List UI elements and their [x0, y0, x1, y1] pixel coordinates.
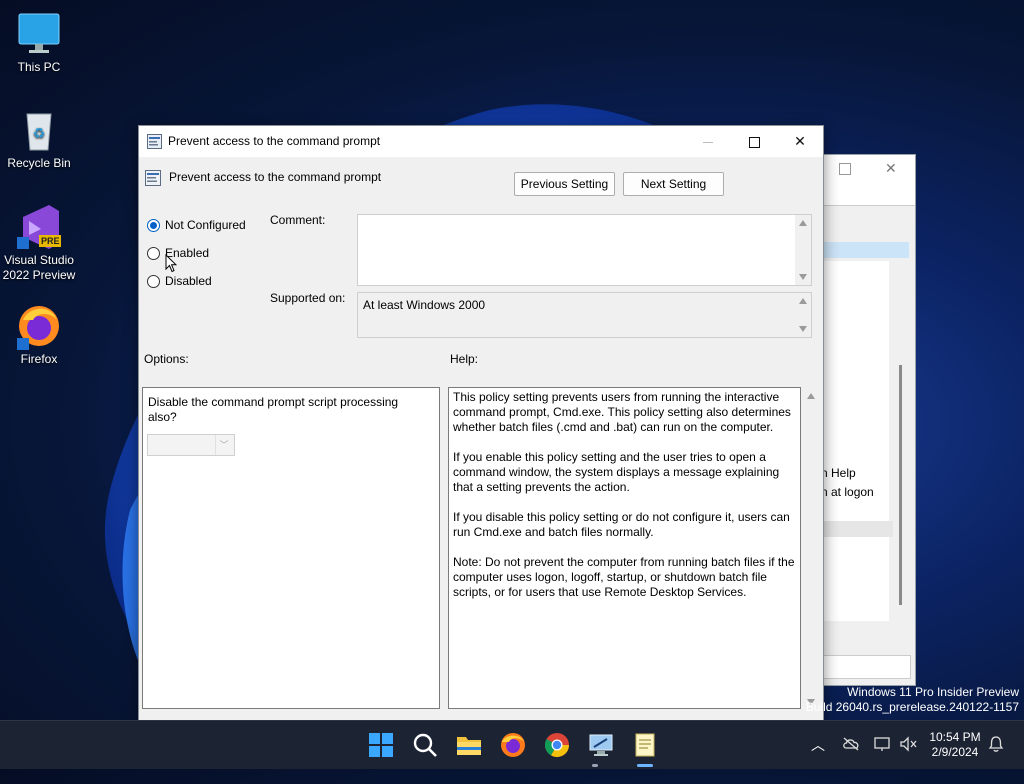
previous-setting-button[interactable]: Previous Setting [514, 172, 615, 196]
radio-button[interactable] [147, 218, 160, 232]
next-setting-button[interactable]: Next Setting [623, 172, 724, 196]
comment-label: Comment: [270, 213, 326, 227]
desktop-icon-recycle-bin[interactable]: ♻ Recycle Bin [1, 106, 77, 171]
pre-badge: PRE [41, 236, 60, 246]
recycle-bin-icon: ♻ [15, 106, 63, 154]
maximize-button[interactable] [731, 126, 777, 157]
running-indicator [592, 764, 598, 767]
desktop-icon-label: This PC [17, 60, 61, 74]
close-icon: ✕ [794, 133, 806, 149]
options-label: Options: [144, 352, 189, 366]
supported-on-box: At least Windows 2000 [357, 292, 812, 338]
radio-button[interactable] [147, 246, 160, 260]
close-button[interactable]: ✕ [777, 126, 823, 157]
supported-on-value: At least Windows 2000 [363, 298, 486, 312]
comment-scrollbar[interactable] [795, 215, 811, 285]
back-window-text: n at logon [821, 485, 874, 499]
radio-button[interactable] [147, 274, 160, 288]
minimize-icon [703, 141, 713, 143]
desktop-icon-label: 2022 Preview [2, 268, 76, 282]
policy-setting-icon [145, 170, 161, 189]
close-icon[interactable]: ✕ [885, 160, 897, 177]
clock-time: 10:54 PM [929, 730, 981, 744]
window-title: Prevent access to the command prompt [168, 134, 381, 148]
desktop-icon-label: Recycle Bin [7, 156, 71, 170]
supported-on-label: Supported on: [270, 291, 346, 305]
help-text: This policy setting prevents users from … [453, 390, 797, 615]
clock-date: 2/9/2024 [931, 745, 979, 759]
chevron-down-icon: ﹀ [215, 435, 232, 455]
volume-muted-icon[interactable] [900, 736, 918, 784]
title-bar[interactable]: Prevent access to the command prompt ✕ [139, 126, 823, 157]
active-indicator [637, 764, 653, 767]
monitor-icon [15, 10, 63, 58]
desktop-icon-label: Firefox [20, 352, 58, 366]
help-paragraph: This policy setting prevents users from … [453, 390, 791, 434]
radio-label: Not Configured [165, 218, 246, 232]
file-explorer-icon[interactable] [455, 731, 483, 759]
options-panel: Disable the command prompt script proces… [142, 387, 440, 709]
policy-icon [147, 134, 162, 152]
help-scrollbar[interactable] [803, 387, 819, 709]
desktop-icon-label: Visual Studio [4, 253, 74, 267]
supported-scrollbar[interactable] [795, 293, 811, 337]
mouse-cursor-icon [165, 253, 178, 276]
maximize-icon[interactable] [839, 163, 851, 175]
help-label: Help: [450, 352, 479, 366]
policy-dialog: Prevent access to the command prompt ✕ P… [138, 125, 824, 721]
desktop-icon-this-pc[interactable]: This PC [1, 10, 77, 75]
remote-desktop-icon[interactable] [587, 731, 615, 759]
firefox-icon[interactable] [499, 731, 527, 759]
notification-bell-icon[interactable] [988, 735, 1004, 783]
os-watermark: Windows 11 Pro Insider Preview Build 260… [806, 685, 1019, 715]
policy-name: Prevent access to the command prompt [169, 170, 382, 184]
help-paragraph: If you disable this policy setting or do… [453, 510, 790, 539]
clock[interactable]: 10:54 PM 2/9/2024 [922, 730, 988, 760]
svg-text:♻: ♻ [33, 126, 46, 142]
back-window-text: n Help [821, 466, 856, 480]
notepad-icon[interactable] [631, 731, 659, 759]
watermark-line: Build 26040.rs_prerelease.240122-1157 [805, 700, 1019, 714]
help-paragraph: Note: Do not prevent the computer from r… [453, 555, 795, 599]
radio-not-configured[interactable]: Not Configured [147, 218, 246, 232]
scroll-up-icon[interactable] [807, 393, 815, 399]
scrollbar-thumb[interactable] [899, 365, 902, 605]
radio-label: Disabled [165, 274, 212, 288]
help-paragraph: If you enable this policy setting and th… [453, 450, 780, 494]
firefox-icon [15, 302, 63, 350]
comment-textbox[interactable] [357, 214, 812, 286]
onedrive-icon[interactable] [842, 736, 860, 784]
background-window: ✕ n Help n at logon [820, 154, 916, 686]
desktop-icon-visual-studio[interactable]: PRE Visual Studio 2022 Preview [1, 203, 77, 283]
watermark-line: Windows 11 Pro Insider Preview [847, 685, 1019, 699]
network-icon[interactable] [874, 736, 892, 784]
script-processing-dropdown[interactable]: ﹀ [147, 434, 235, 456]
radio-disabled[interactable]: Disabled [147, 274, 212, 288]
search-icon[interactable] [411, 731, 439, 759]
chrome-icon[interactable] [543, 731, 571, 759]
desktop-icon-firefox[interactable]: Firefox [1, 302, 77, 367]
show-hidden-icons-chevron-up-icon[interactable]: ︿ [811, 735, 825, 783]
radio-enabled[interactable]: Enabled [147, 246, 209, 260]
taskbar: ︿ 10:54 PM 2/9/2024 [0, 720, 1024, 769]
visual-studio-icon: PRE [15, 203, 63, 251]
options-question: Disable the command prompt script proces… [148, 395, 399, 424]
maximize-icon [748, 136, 760, 148]
minimize-button[interactable] [685, 126, 731, 157]
help-panel: This policy setting prevents users from … [448, 387, 801, 709]
start-icon[interactable] [367, 731, 395, 759]
